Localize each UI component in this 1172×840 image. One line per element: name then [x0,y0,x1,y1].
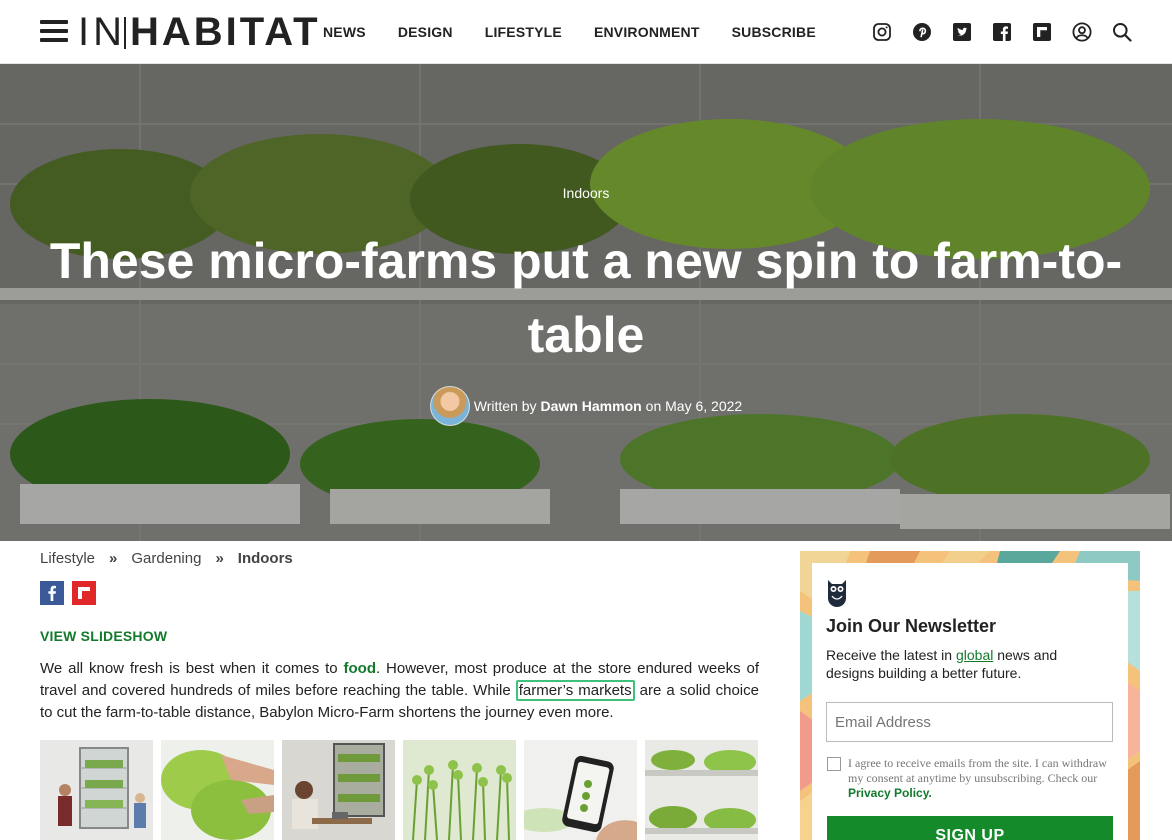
pinterest-icon[interactable] [912,22,932,42]
global-link[interactable]: global [956,647,993,663]
nav-news[interactable]: NEWS [323,24,366,40]
site-header: IN HABITAT NEWS DESIGN LIFESTYLE ENVIRONM… [0,0,1172,64]
thumbnail-image[interactable] [282,740,395,840]
site-logo[interactable]: IN HABITAT [78,10,321,54]
view-slideshow-link[interactable]: VIEW SLIDESHOW [40,628,167,644]
twitter-icon[interactable] [952,22,972,42]
hero-category-link[interactable]: Indoors [0,185,1172,201]
email-input[interactable] [826,702,1113,742]
owl-logo-icon [828,580,846,607]
byline: Written by Dawn Hammon on May 6, 2022 [0,386,1172,426]
flipboard-share-icon[interactable] [72,581,96,605]
breadcrumb-gardening[interactable]: Gardening [131,550,201,567]
nav-lifestyle[interactable]: LIFESTYLE [485,24,562,40]
author-link[interactable]: Dawn Hammon [541,398,642,414]
breadcrumb-lifestyle[interactable]: Lifestyle [40,550,95,567]
food-link[interactable]: food [344,660,376,677]
publish-date: May 6, 2022 [665,398,743,414]
social-links [872,22,1132,42]
breadcrumb-separator: » [215,550,224,567]
facebook-share-icon[interactable] [40,581,64,605]
slideshow-thumbnails [40,740,758,840]
sign-up-button[interactable]: SIGN UP [827,816,1113,840]
article-title: These micro-farms put a new spin to farm… [49,233,1123,363]
thumbnail-image[interactable] [524,740,637,840]
thumbnail-image[interactable] [40,740,153,840]
consent-text: I agree to receive emails from the site.… [848,756,1107,800]
privacy-policy-link[interactable]: Privacy Policy. [848,786,932,800]
breadcrumb-separator: » [109,550,118,567]
thumbnail-image[interactable] [161,740,274,840]
hamburger-menu-icon[interactable] [40,20,68,44]
breadcrumb: Lifestyle » Gardening » Indoors [40,550,293,567]
newsletter-title: Join Our Newsletter [826,616,997,636]
account-icon[interactable] [1072,22,1092,42]
nav-design[interactable]: DESIGN [398,24,453,40]
newsletter-description: Receive the latest in global news and de… [826,647,1058,681]
nav-subscribe[interactable]: SUBSCRIBE [732,24,816,40]
byline-on: on [645,398,662,414]
facebook-icon[interactable] [992,22,1012,42]
instagram-icon[interactable] [872,22,892,42]
hero-banner: Indoors These micro-farms put a new spin… [0,64,1172,541]
flipboard-icon[interactable] [1032,22,1052,42]
author-avatar[interactable] [429,386,470,426]
breadcrumb-indoors[interactable]: Indoors [238,550,293,567]
byline-prefix: Written by [473,398,537,414]
search-icon[interactable] [1112,22,1132,42]
thumbnail-image[interactable] [403,740,516,840]
nav-environment[interactable]: ENVIRONMENT [594,24,700,40]
share-buttons [40,581,96,605]
farmers-markets-link[interactable]: farmer’s markets [515,680,635,701]
main-nav: NEWS DESIGN LIFESTYLE ENVIRONMENT SUBSCR… [323,24,848,40]
consent-checkbox[interactable] [827,757,841,771]
article-intro-paragraph: We all know fresh is best when it comes … [40,660,759,721]
thumbnail-image[interactable] [645,740,758,840]
